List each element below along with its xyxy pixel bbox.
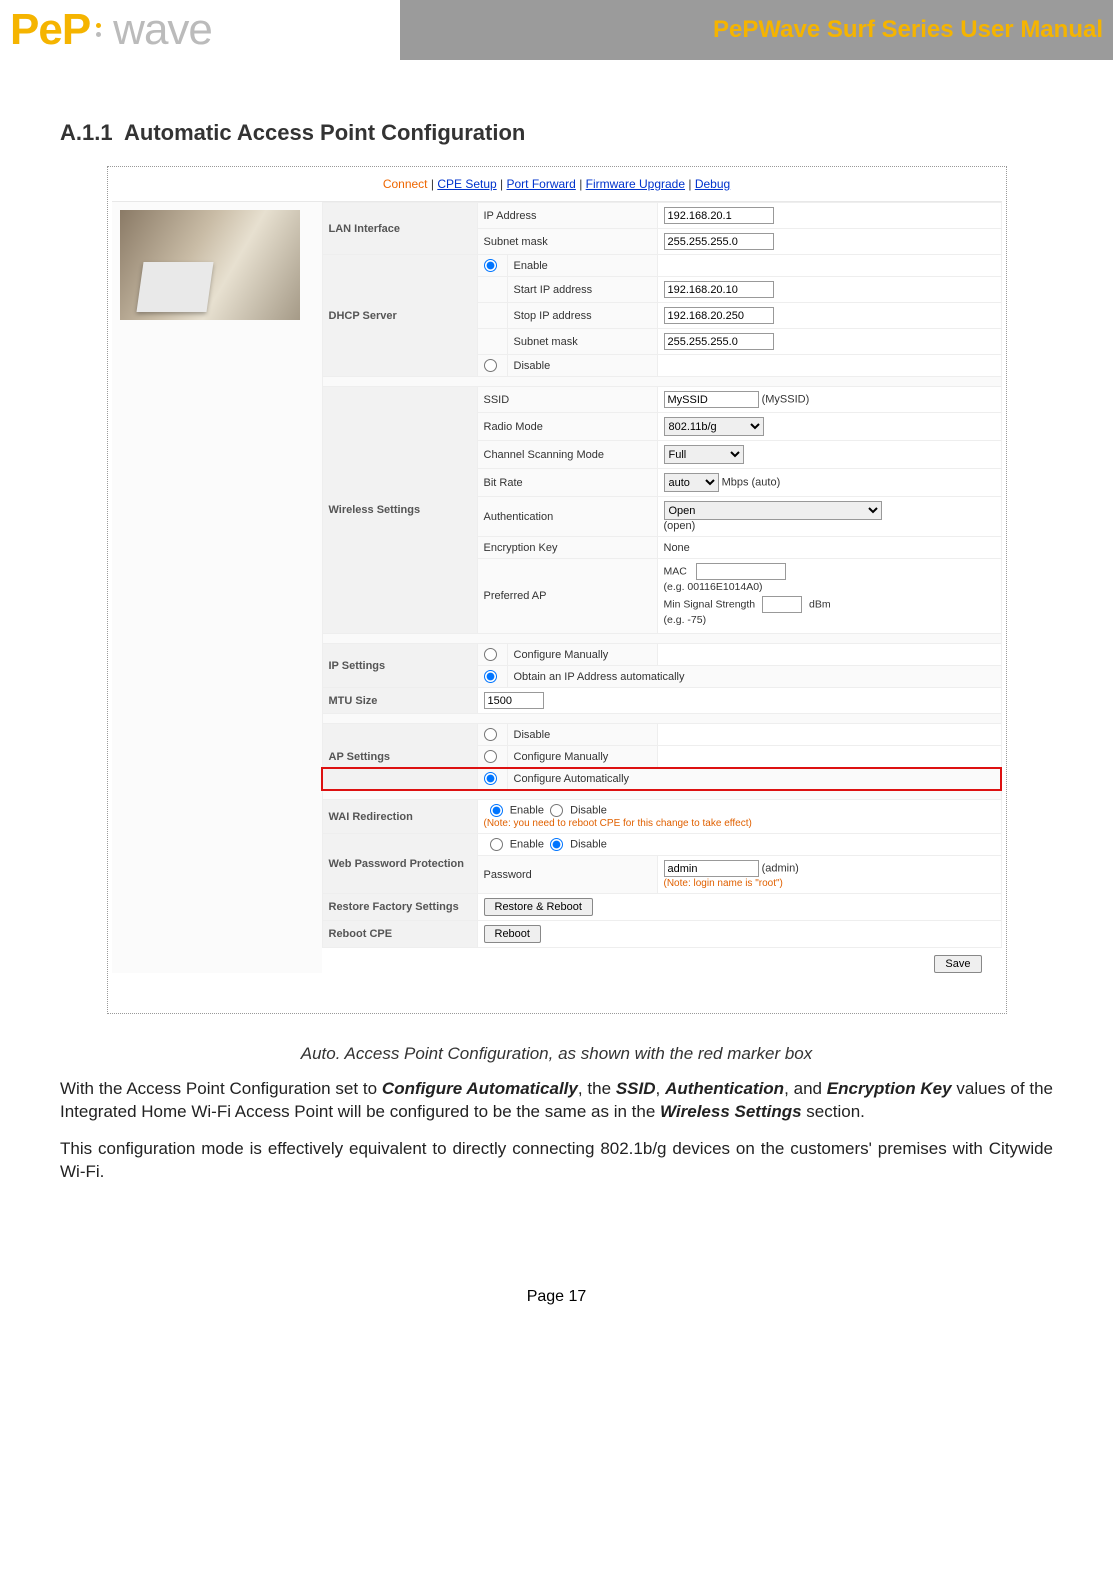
logo-dots bbox=[96, 23, 101, 37]
dhcp-start-label: Start IP address bbox=[507, 277, 657, 303]
section-number: A.1.1 bbox=[60, 120, 113, 145]
dhcp-stop-label: Stop IP address bbox=[507, 303, 657, 329]
lan-ip-input[interactable] bbox=[664, 207, 774, 224]
wireless-section-label: Wireless Settings bbox=[322, 387, 477, 634]
bitrate-label: Bit Rate bbox=[477, 469, 657, 497]
mac-label: MAC bbox=[664, 566, 687, 578]
mtu-input[interactable] bbox=[484, 692, 544, 709]
dbm-unit: dBm bbox=[809, 599, 831, 611]
dhcp-stop-input[interactable] bbox=[664, 307, 774, 324]
ap-manual-radio[interactable] bbox=[484, 750, 497, 763]
preferred-ap-label: Preferred AP bbox=[477, 559, 657, 634]
password-label: Password bbox=[477, 856, 657, 894]
nav-connect[interactable]: Connect bbox=[383, 177, 428, 191]
web-disable-label: Disable bbox=[570, 838, 607, 850]
manual-title: PePWave Surf Series User Manual bbox=[713, 16, 1103, 44]
radio-mode-label: Radio Mode bbox=[477, 413, 657, 441]
restore-button[interactable]: Restore & Reboot bbox=[484, 898, 593, 916]
mtu-section-label: MTU Size bbox=[322, 688, 477, 714]
bitrate-select[interactable]: auto bbox=[664, 473, 719, 492]
dhcp-enable-radio[interactable] bbox=[484, 259, 497, 272]
bitrate-hint: Mbps (auto) bbox=[722, 477, 781, 489]
restore-section-label: Restore Factory Settings bbox=[322, 894, 477, 921]
password-note: (Note: login name is "root") bbox=[664, 878, 783, 889]
ap-auto-radio[interactable] bbox=[484, 772, 497, 785]
reboot-button[interactable]: Reboot bbox=[484, 925, 541, 943]
paragraph-1: With the Access Point Configuration set … bbox=[60, 1078, 1053, 1124]
header-bar: PePWave Surf Series User Manual bbox=[400, 0, 1113, 60]
scan-mode-label: Channel Scanning Mode bbox=[477, 441, 657, 469]
logo: PeP wave bbox=[0, 5, 400, 55]
logo-pep-text: PeP bbox=[10, 5, 90, 55]
wai-disable-radio[interactable] bbox=[550, 804, 563, 817]
top-nav: Connect | CPE Setup | Port Forward | Fir… bbox=[112, 171, 1002, 201]
ssid-label: SSID bbox=[477, 387, 657, 413]
sidebar-photo bbox=[120, 210, 300, 320]
nav-cpe-setup[interactable]: CPE Setup bbox=[437, 177, 496, 191]
radio-mode-select[interactable]: 802.11b/g bbox=[664, 417, 764, 436]
section-heading: A.1.1 Automatic Access Point Configurati… bbox=[60, 120, 1053, 146]
config-screenshot: Connect | CPE Setup | Port Forward | Fir… bbox=[107, 166, 1007, 1014]
dhcp-subnet-input[interactable] bbox=[664, 333, 774, 350]
wai-enable-label: Enable bbox=[510, 804, 544, 816]
encryption-label: Encryption Key bbox=[477, 537, 657, 559]
min-signal-hint: (e.g. -75) bbox=[664, 614, 707, 626]
ap-disable-label: Disable bbox=[507, 724, 657, 746]
section-title-text: Automatic Access Point Configuration bbox=[124, 120, 525, 145]
lan-subnet-label: Subnet mask bbox=[477, 229, 657, 255]
ssid-hint: (MySSID) bbox=[762, 394, 810, 406]
settings-table: LAN Interface IP Address Subnet mask DHC… bbox=[322, 202, 1002, 948]
ip-section-label: IP Settings bbox=[322, 644, 477, 688]
dhcp-section-label: DHCP Server bbox=[322, 255, 477, 377]
ap-disable-radio[interactable] bbox=[484, 728, 497, 741]
reboot-section-label: Reboot CPE bbox=[322, 921, 477, 948]
web-enable-radio[interactable] bbox=[490, 838, 503, 851]
logo-wave-text: wave bbox=[113, 5, 212, 55]
nav-firmware[interactable]: Firmware Upgrade bbox=[586, 177, 685, 191]
auth-select[interactable]: Open bbox=[664, 501, 882, 520]
ip-auto-radio[interactable] bbox=[484, 670, 497, 683]
web-disable-radio[interactable] bbox=[550, 838, 563, 851]
wai-enable-radio[interactable] bbox=[490, 804, 503, 817]
dhcp-enable-label: Enable bbox=[507, 255, 657, 277]
nav-debug[interactable]: Debug bbox=[695, 177, 730, 191]
encryption-value: None bbox=[657, 537, 1001, 559]
ap-manual-label: Configure Manually bbox=[507, 746, 657, 768]
web-section-label: Web Password Protection bbox=[322, 834, 477, 894]
page-footer: Page 17 bbox=[0, 1288, 1113, 1336]
password-hint: (admin) bbox=[762, 863, 799, 875]
wai-disable-label: Disable bbox=[570, 804, 607, 816]
dhcp-subnet-label: Subnet mask bbox=[507, 329, 657, 355]
ip-manual-label: Configure Manually bbox=[507, 644, 657, 666]
ap-section-label: AP Settings bbox=[322, 724, 477, 790]
save-button[interactable]: Save bbox=[934, 955, 981, 973]
dhcp-disable-radio[interactable] bbox=[484, 359, 497, 372]
ip-manual-radio[interactable] bbox=[484, 648, 497, 661]
ssid-input[interactable] bbox=[664, 391, 759, 408]
scan-mode-select[interactable]: Full bbox=[664, 445, 744, 464]
web-enable-label: Enable bbox=[510, 838, 544, 850]
auth-hint: (open) bbox=[664, 520, 696, 532]
dhcp-start-input[interactable] bbox=[664, 281, 774, 298]
mac-input[interactable] bbox=[696, 563, 786, 580]
ip-auto-label: Obtain an IP Address automatically bbox=[507, 666, 1001, 688]
nav-port-forward[interactable]: Port Forward bbox=[506, 177, 575, 191]
paragraph-2: This configuration mode is effectively e… bbox=[60, 1138, 1053, 1184]
left-sidebar bbox=[112, 202, 322, 973]
wai-note: (Note: you need to reboot CPE for this c… bbox=[484, 818, 752, 829]
min-signal-input[interactable] bbox=[762, 596, 802, 613]
wai-section-label: WAI Redirection bbox=[322, 800, 477, 834]
figure-caption: Auto. Access Point Configuration, as sho… bbox=[60, 1044, 1053, 1064]
lan-section-label: LAN Interface bbox=[322, 203, 477, 255]
ap-auto-label: Configure Automatically bbox=[507, 768, 1001, 790]
auth-label: Authentication bbox=[477, 497, 657, 537]
min-signal-label: Min Signal Strength bbox=[664, 599, 756, 611]
page-header: PeP wave PePWave Surf Series User Manual bbox=[0, 0, 1113, 60]
dhcp-disable-label: Disable bbox=[507, 355, 657, 377]
mac-hint: (e.g. 00116E1014A0) bbox=[664, 581, 763, 593]
lan-subnet-input[interactable] bbox=[664, 233, 774, 250]
password-input[interactable] bbox=[664, 860, 759, 877]
lan-ip-label: IP Address bbox=[477, 203, 657, 229]
